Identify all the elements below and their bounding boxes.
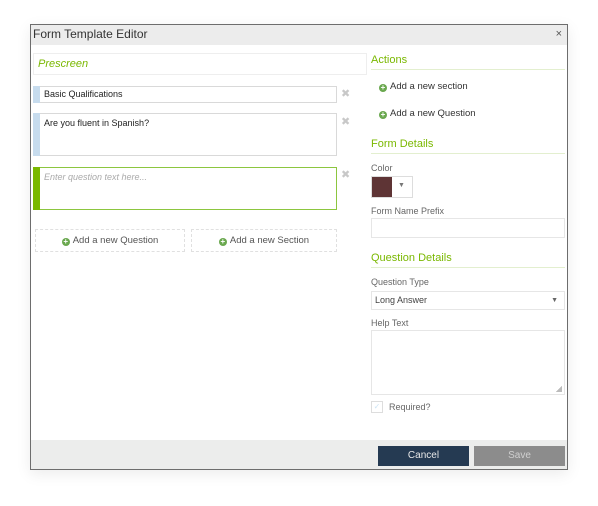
form-details-heading: Form Details xyxy=(371,138,565,154)
color-label: Color xyxy=(371,163,393,173)
color-swatch xyxy=(372,177,392,197)
actions-heading: Actions xyxy=(371,54,565,70)
check-icon: ✓ xyxy=(373,402,381,411)
help-text-textarea[interactable] xyxy=(371,330,565,395)
save-button[interactable]: Save xyxy=(474,446,565,466)
dialog-titlebar: Form Template Editor × xyxy=(31,25,567,45)
form-name-prefix-label: Form Name Prefix xyxy=(371,206,445,216)
delete-icon[interactable]: ✖ xyxy=(341,168,350,181)
form-template-editor-dialog: Form Template Editor × Prescreen Basic Q… xyxy=(30,24,568,470)
dropdown-arrow-icon: ▼ xyxy=(398,182,405,189)
plus-circle-icon: + xyxy=(379,110,387,119)
dialog-footer: Cancel Save xyxy=(31,440,567,469)
resize-handle[interactable] xyxy=(556,386,562,392)
item-text: Basic Qualifications xyxy=(44,89,123,99)
plus-circle-icon: + xyxy=(379,83,387,92)
dialog-title: Form Template Editor xyxy=(33,27,148,41)
add-question-button[interactable]: + Add a new Question xyxy=(35,229,185,252)
required-label: Required? xyxy=(389,402,431,412)
question-item-spanish[interactable]: Are you fluent in Spanish? xyxy=(33,113,337,156)
add-section-button[interactable]: + Add a new Section xyxy=(191,229,337,252)
plus-circle-icon: + xyxy=(218,237,227,246)
question-item-new[interactable]: Enter question text here... xyxy=(33,167,337,210)
item-text: Are you fluent in Spanish? xyxy=(44,118,150,128)
section-item-basic-qualifications[interactable]: Basic Qualifications xyxy=(33,86,337,103)
help-text-label: Help Text xyxy=(371,318,409,328)
delete-icon[interactable]: ✖ xyxy=(341,87,350,100)
item-drag-handle[interactable] xyxy=(33,167,40,210)
delete-icon[interactable]: ✖ xyxy=(341,115,350,128)
color-picker[interactable]: ▼ xyxy=(371,176,413,198)
item-drag-handle[interactable] xyxy=(33,86,40,103)
close-icon[interactable]: × xyxy=(556,27,562,41)
add-question-link[interactable]: + Add a new Question xyxy=(379,108,476,119)
form-name-prefix-input[interactable] xyxy=(371,218,565,238)
plus-circle-icon: + xyxy=(61,237,70,246)
cancel-button[interactable]: Cancel xyxy=(378,446,469,466)
dropdown-arrow-icon: ▼ xyxy=(551,297,558,304)
section-title[interactable]: Prescreen xyxy=(33,53,367,75)
item-drag-handle[interactable] xyxy=(33,113,40,156)
question-type-select[interactable]: Long Answer ▼ xyxy=(371,291,565,310)
question-details-heading: Question Details xyxy=(371,252,565,268)
question-type-label: Question Type xyxy=(371,277,429,287)
add-section-link[interactable]: + Add a new section xyxy=(379,81,468,92)
question-text-input[interactable]: Enter question text here... xyxy=(44,172,147,182)
required-checkbox[interactable]: ✓ xyxy=(371,401,383,413)
